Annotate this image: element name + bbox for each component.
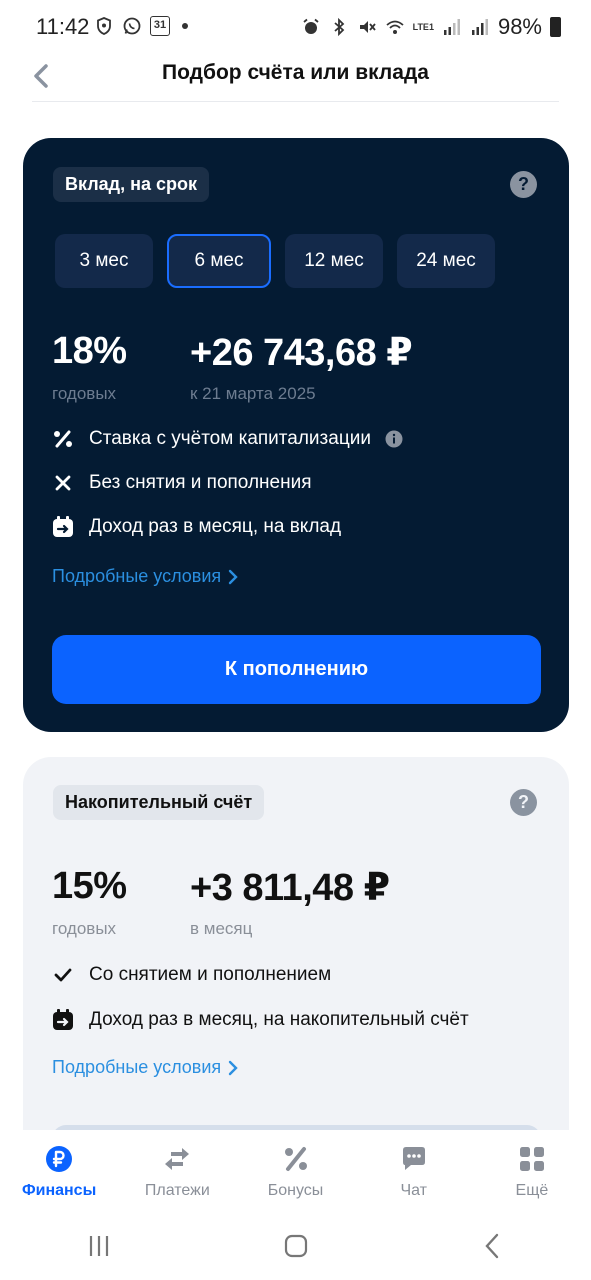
ruble-icon [46,1146,73,1172]
savings-rate: 15% [52,865,127,907]
check-icon [54,968,72,982]
feature-capitalization: Ставка с учётом капитализации [51,427,403,451]
savings-income-caption: в месяц [190,919,253,938]
battery-icon [550,17,561,37]
top-app-bar: Подбор счёта или вклада [0,52,591,100]
savings-card: Накопительный счёт ? 15% годовых +3 811,… [23,757,569,1157]
system-back-icon[interactable] [473,1226,513,1266]
wifi-icon [386,20,404,34]
help-icon[interactable]: ? [510,171,537,198]
status-bar: 11:42 31 LTE1 98% [0,0,591,56]
status-right-icons: LTE1 98% [301,14,561,40]
deposit-income-caption: к 21 марта 2025 [190,384,316,403]
chevron-right-icon [228,569,238,584]
savings-rate-caption: годовых [52,919,117,938]
nav-finance[interactable]: Финансы [0,1130,118,1212]
whatsapp-icon [123,17,141,35]
battery-percent: 98% [497,14,542,39]
chevron-right-icon [228,1060,238,1075]
notification-dot-icon [182,23,188,29]
nav-label: Финансы [21,1182,97,1199]
term-option-3[interactable]: 3 мес [55,234,153,288]
bottom-navigation: Финансы Платежи Бонусы Чат Ещё [0,1130,591,1212]
deposit-rate-caption: годовых [52,384,117,403]
replenish-button[interactable]: К пополнению [52,635,541,704]
close-icon [55,475,71,491]
percent-icon [54,430,72,448]
percent-icon [284,1147,307,1171]
system-navigation-bar [0,1212,591,1280]
grid-icon [519,1147,544,1171]
feature-text: Без снятия и пополнения [89,472,312,493]
feature-text: Ставка с учётом капитализации [89,428,371,449]
term-option-24[interactable]: 24 мес [397,234,495,288]
nav-label: Ещё [515,1182,549,1199]
details-link-label: Подробные условия [52,1057,222,1077]
bluetooth-icon [334,17,344,37]
calendar-transfer-icon [53,1009,73,1030]
details-link-label: Подробные условия [52,566,222,586]
mute-icon [359,21,376,33]
calendar-transfer-icon [53,516,73,537]
home-icon[interactable] [276,1226,316,1266]
feature-text: Доход раз в месяц, на вклад [89,516,342,537]
nav-chat[interactable]: Чат [355,1130,473,1212]
chat-icon [402,1147,425,1170]
savings-type-chip: Накопительный счёт [53,785,265,820]
alarm-icon [303,18,319,34]
deposit-type-chip: Вклад, на срок [53,167,209,202]
deposit-rate: 18% [52,330,127,372]
deposit-income: +26 743,68 ₽ [190,332,413,374]
deposit-card: Вклад, на срок ? 3 мес 6 мес 12 мес 24 м… [23,138,569,732]
nav-more[interactable]: Ещё [473,1130,591,1212]
feature-text: Со снятием и пополнением [89,964,332,985]
savings-details-link[interactable]: Подробные условия [52,1057,239,1078]
savings-income: +3 811,48 ₽ [190,867,390,909]
status-time: 11:42 [36,14,90,39]
lte-label: LTE1 [412,22,434,32]
nav-label: Бонусы [267,1182,324,1199]
shield-icon [97,17,111,35]
nav-label: Чат [400,1182,427,1199]
feature-text: Доход раз в месяц, на накопительный счёт [89,1009,469,1030]
help-icon[interactable]: ? [510,789,537,816]
nav-bonuses[interactable]: Бонусы [236,1130,354,1212]
transfer-arrows-icon [165,1148,190,1170]
recent-apps-icon[interactable] [79,1226,119,1266]
status-left-icons: 31 [94,16,188,36]
header-divider [32,101,559,102]
page-title: Подбор счёта или вклада [162,61,429,84]
term-selector: 3 мес 6 мес 12 мес 24 мес [55,234,495,288]
term-option-12[interactable]: 12 мес [285,234,383,288]
calendar-icon: 31 [150,16,170,36]
feature-monthly-income: Доход раз в месяц, на вклад [51,515,341,539]
feature-no-withdrawal: Без снятия и пополнения [51,471,312,495]
signal-2-icon [471,19,488,35]
nav-payments[interactable]: Платежи [118,1130,236,1212]
feature-withdrawal: Со снятием и пополнением [51,963,331,987]
deposit-details-link[interactable]: Подробные условия [52,566,239,587]
feature-monthly-income: Доход раз в месяц, на накопительный счёт [51,1008,469,1032]
nav-label: Платежи [144,1182,210,1199]
term-option-6[interactable]: 6 мес [167,234,271,288]
signal-icon [443,19,460,35]
info-icon[interactable] [385,430,403,448]
